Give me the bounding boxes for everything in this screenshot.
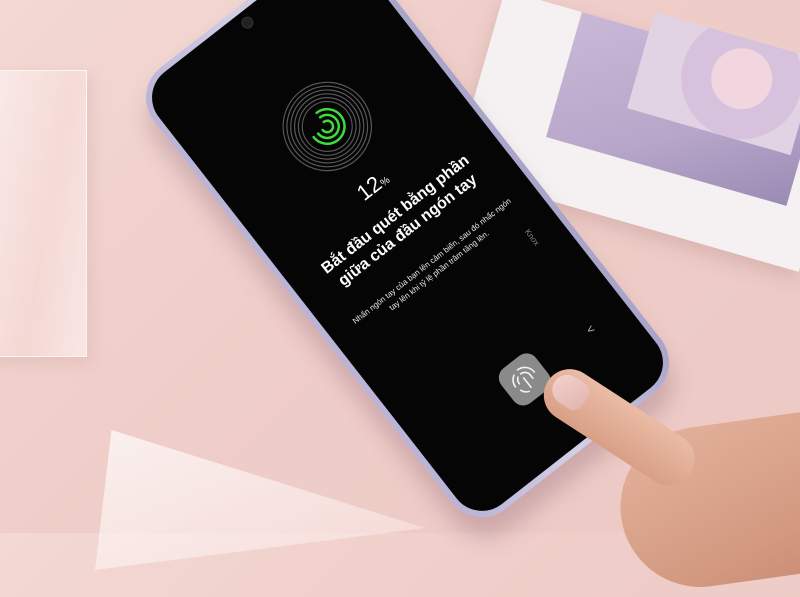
front-camera [238, 14, 256, 32]
back-icon[interactable]: < [583, 322, 597, 337]
percent-value: 12 [351, 170, 387, 206]
brand-label: Knox [522, 227, 542, 248]
acrylic-block [0, 70, 87, 357]
acrylic-triangle [95, 430, 425, 570]
fingernail [546, 369, 594, 414]
